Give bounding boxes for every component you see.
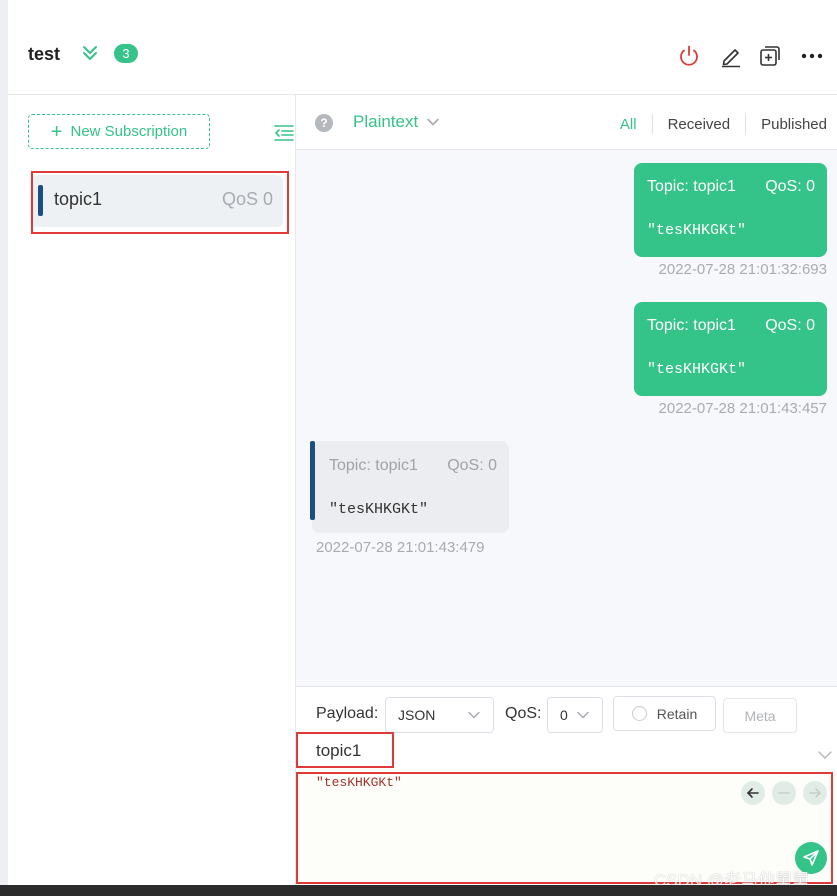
arrow-right-icon[interactable] xyxy=(803,781,827,805)
chevron-down-icon[interactable] xyxy=(817,747,833,763)
message-payload: "tesKHKGKt" xyxy=(329,501,429,518)
tab-all[interactable]: All xyxy=(620,116,652,133)
message-time: 2022-07-28 21:01:32:693 xyxy=(658,261,827,278)
received-message[interactable]: Topic: topic1 QoS: 0 "tesKHKGKt" xyxy=(310,441,509,533)
retain-toggle[interactable]: Retain xyxy=(613,696,716,731)
chevron-down-icon xyxy=(577,711,589,719)
tab-received[interactable]: Received xyxy=(653,116,746,133)
subscription-topic: topic1 xyxy=(54,189,103,209)
collapse-sidebar-icon[interactable] xyxy=(274,124,294,142)
publish-payload-text: "tesKHKGKt" xyxy=(316,775,402,790)
message-topic: Topic: topic1 xyxy=(329,457,418,474)
tab-published[interactable]: Published xyxy=(746,116,827,133)
message-topic: Topic: topic1 xyxy=(647,178,736,195)
subscription-qos: QoS 0 xyxy=(221,189,273,209)
subscriptions-sidebar: + New Subscription topic1 QoS 0 xyxy=(8,95,296,885)
meta-label: Meta xyxy=(744,707,776,724)
publish-panel: Payload: JSON QoS: 0 Retain Meta topic1 … xyxy=(296,686,837,885)
help-icon[interactable]: ? xyxy=(315,114,333,132)
new-subscription-button[interactable]: + New Subscription xyxy=(28,114,210,149)
message-qos: QoS: 0 xyxy=(765,178,815,195)
left-edge-strip xyxy=(0,0,8,896)
connection-name: test xyxy=(28,44,61,64)
message-time: 2022-07-28 21:01:43:457 xyxy=(658,400,827,417)
payload-format-value: Plaintext xyxy=(353,112,419,131)
connection-count-badge: 3 xyxy=(114,44,138,63)
bottom-bar xyxy=(0,885,837,896)
published-message[interactable]: Topic: topic1 QoS: 0 "tesKHKGKt" xyxy=(634,302,827,396)
qos-dropdown[interactable]: 0 xyxy=(547,697,603,733)
message-qos: QoS: 0 xyxy=(447,457,497,474)
retain-radio xyxy=(631,706,647,721)
subscription-color-bar xyxy=(38,185,43,216)
message-payload: "tesKHKGKt" xyxy=(647,222,747,239)
published-message[interactable]: Topic: topic1 QoS: 0 "tesKHKGKt" xyxy=(634,163,827,257)
mqttx-window: test 3 + New Subscription topic1 QoS 0 ?… xyxy=(0,0,837,896)
plus-icon: + xyxy=(50,120,63,143)
double-chevron-down-icon[interactable] xyxy=(81,44,99,62)
send-icon xyxy=(803,850,819,866)
messages-pane: ? Plaintext All Received Published Topic… xyxy=(296,95,837,885)
retain-label: Retain xyxy=(656,705,698,722)
arrow-left-icon[interactable] xyxy=(741,781,765,805)
subscription-item-topic1[interactable]: topic1 QoS 0 xyxy=(30,175,283,227)
publish-topic-input[interactable]: topic1 xyxy=(316,741,361,761)
new-subscription-label: New Subscription xyxy=(70,123,188,140)
more-icon[interactable] xyxy=(800,44,824,68)
qos-label: QoS: xyxy=(505,705,542,722)
received-color-bar xyxy=(310,441,315,520)
edit-icon[interactable] xyxy=(719,44,743,68)
power-icon[interactable] xyxy=(677,44,701,68)
payload-format-dropdown[interactable]: JSON xyxy=(385,697,494,733)
new-window-icon[interactable] xyxy=(758,44,782,68)
message-topic: Topic: topic1 xyxy=(647,317,736,334)
payload-format-select[interactable]: Plaintext xyxy=(353,112,440,132)
message-time: 2022-07-28 21:01:43:479 xyxy=(316,539,485,556)
publish-payload-editor[interactable]: "tesKHKGKt" xyxy=(298,773,832,881)
minus-icon[interactable] xyxy=(772,781,796,805)
chevron-down-icon xyxy=(427,118,440,126)
message-direction-tabs: All Received Published xyxy=(620,114,827,134)
connection-header: test 3 xyxy=(8,20,837,95)
message-filter-bar: ? Plaintext All Received Published xyxy=(296,95,837,150)
chevron-down-icon xyxy=(468,711,480,719)
payload-label: Payload: xyxy=(316,705,379,722)
meta-button[interactable]: Meta xyxy=(723,698,797,733)
message-payload: "tesKHKGKt" xyxy=(647,361,747,378)
message-qos: QoS: 0 xyxy=(765,317,815,334)
qos-dropdown-value: 0 xyxy=(560,707,568,723)
payload-format-dropdown-value: JSON xyxy=(398,707,436,723)
